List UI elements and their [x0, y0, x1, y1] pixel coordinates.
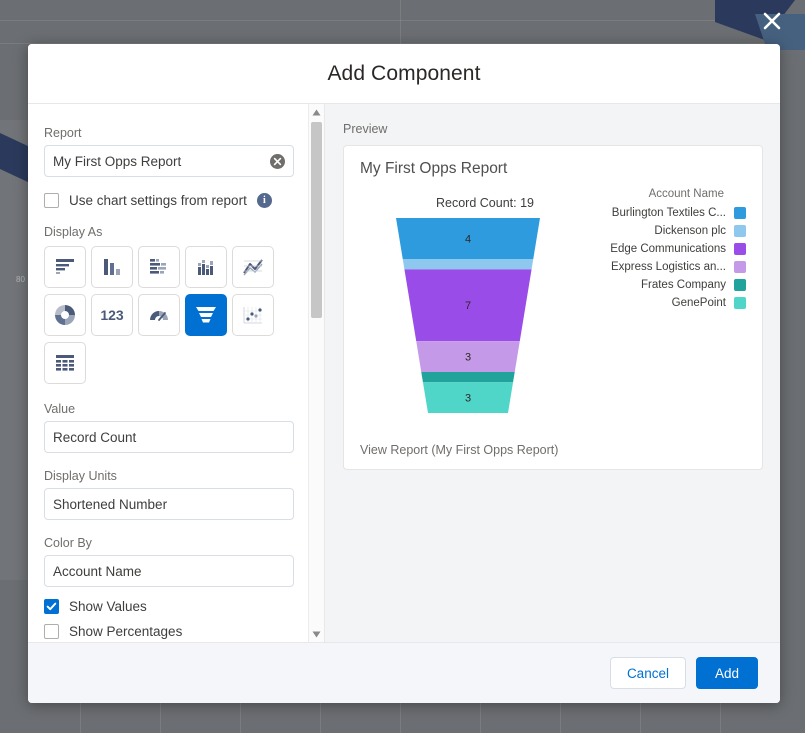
- preview-panel: Preview My First Opps Report Record Coun…: [325, 104, 780, 642]
- funnel-chart: Record Count: 19 4 7 3 3 Account Name Burli…: [360, 184, 746, 424]
- show-values-checkbox[interactable]: [44, 599, 59, 614]
- legend-item-label: GenePoint: [671, 297, 726, 309]
- value-label: Value: [44, 402, 76, 416]
- backdrop-divider: [480, 700, 481, 733]
- legend-item[interactable]: Express Logistics an...: [578, 261, 746, 273]
- display-as-label: Display As: [44, 225, 103, 239]
- use-chart-settings-label: Use chart settings from report: [69, 193, 247, 208]
- legend-item[interactable]: GenePoint: [578, 297, 746, 309]
- legend-item-label: Edge Communications: [610, 243, 726, 255]
- legend-color-swatch: [734, 297, 746, 309]
- donut-chart-icon[interactable]: [44, 294, 86, 336]
- scrollbar-thumb[interactable]: [311, 122, 322, 318]
- preview-card: My First Opps Report Record Count: 19 4 7…: [343, 145, 763, 470]
- legend-item[interactable]: Dickenson plc: [578, 225, 746, 237]
- add-component-modal: Add Component Report My First Opps Repor…: [28, 44, 780, 703]
- stacked-vertical-bar-chart-icon[interactable]: [185, 246, 227, 288]
- funnel-segment-label: 4: [465, 234, 471, 246]
- legend-color-swatch: [734, 243, 746, 255]
- color-by-input[interactable]: Account Name: [44, 555, 294, 587]
- backdrop-divider: [640, 700, 641, 733]
- funnel-graphic: 4 7 3 3: [396, 218, 540, 413]
- backdrop-divider: [80, 700, 81, 733]
- backdrop-divider: [720, 700, 721, 733]
- view-report-link[interactable]: View Report (My First Opps Report): [360, 443, 558, 457]
- use-chart-settings-checkbox[interactable]: [44, 193, 59, 208]
- line-chart-icon[interactable]: [232, 246, 274, 288]
- modal-header: Add Component: [28, 44, 780, 104]
- close-icon[interactable]: [757, 6, 787, 36]
- preview-card-title: My First Opps Report: [360, 160, 508, 177]
- display-units-label: Display Units: [44, 469, 117, 483]
- table-icon[interactable]: [44, 342, 86, 384]
- scatter-chart-icon[interactable]: [232, 294, 274, 336]
- use-chart-settings-row[interactable]: Use chart settings from report i: [44, 193, 308, 208]
- backdrop-panel: [0, 120, 28, 580]
- horizontal-bar-chart-icon[interactable]: [44, 246, 86, 288]
- display-units-value: Shortened Number: [53, 496, 168, 512]
- legend-color-swatch: [734, 207, 746, 219]
- legend-item-label: Frates Company: [640, 279, 726, 291]
- backdrop-divider: [320, 700, 321, 733]
- legend-color-swatch: [734, 279, 746, 291]
- record-count-label: Record Count: 19: [436, 196, 534, 210]
- show-percentages-row[interactable]: Show Percentages: [44, 624, 308, 639]
- clear-circle-x-icon[interactable]: [270, 153, 285, 169]
- preview-label: Preview: [343, 122, 388, 136]
- display-as-options: 123: [44, 246, 300, 390]
- display-units-input[interactable]: Shortened Number: [44, 488, 294, 520]
- backdrop-divider: [240, 700, 241, 733]
- funnel-chart-icon[interactable]: [185, 294, 227, 336]
- settings-scrollbar[interactable]: [308, 104, 324, 642]
- funnel-segment-label: 7: [465, 300, 471, 312]
- settings-panel: Report My First Opps Report Use chart se…: [28, 104, 325, 642]
- legend-rows: Burlington Textiles C... Dickenson plc Edg…: [578, 207, 746, 309]
- report-input-value: My First Opps Report: [53, 153, 182, 169]
- modal-footer: Cancel Add: [28, 642, 780, 703]
- vertical-bar-chart-icon[interactable]: [91, 246, 133, 288]
- svg-text:123: 123: [100, 307, 124, 323]
- cancel-button[interactable]: Cancel: [609, 657, 686, 689]
- settings-scroll-area: Report My First Opps Report Use chart se…: [28, 104, 308, 642]
- report-input[interactable]: My First Opps Report: [44, 145, 294, 177]
- page-title: Add Component: [327, 61, 481, 85]
- legend-item-label: Burlington Textiles C...: [611, 207, 726, 219]
- modal-body: Report My First Opps Report Use chart se…: [28, 104, 780, 642]
- info-icon[interactable]: i: [256, 193, 272, 208]
- value-input-value: Record Count: [53, 429, 137, 445]
- gauge-chart-icon[interactable]: [138, 294, 180, 336]
- legend-color-swatch: [734, 225, 746, 237]
- backdrop-axis-tick: 80: [16, 275, 25, 284]
- legend-item[interactable]: Burlington Textiles C...: [578, 207, 746, 219]
- add-button[interactable]: Add: [695, 657, 758, 689]
- legend-color-swatch: [734, 261, 746, 273]
- color-by-value: Account Name: [53, 563, 142, 579]
- show-percentages-label: Show Percentages: [69, 624, 183, 639]
- stacked-horizontal-bar-chart-icon[interactable]: [138, 246, 180, 288]
- color-by-label: Color By: [44, 536, 92, 550]
- backdrop-divider: [0, 20, 805, 21]
- scroll-up-arrow-icon[interactable]: [309, 104, 324, 120]
- metric-number-icon[interactable]: 123: [91, 294, 133, 336]
- funnel-segment[interactable]: [402, 259, 534, 270]
- legend-item-label: Express Logistics an...: [610, 261, 726, 273]
- funnel-segment-label: 3: [465, 393, 471, 405]
- show-percentages-checkbox[interactable]: [44, 624, 59, 639]
- legend-item[interactable]: Edge Communications: [578, 243, 746, 255]
- show-values-row[interactable]: Show Values: [44, 599, 308, 614]
- backdrop-divider: [400, 700, 401, 733]
- legend-item-label: Dickenson plc: [654, 225, 726, 237]
- funnel-segment-label: 3: [465, 352, 471, 364]
- funnel-segment[interactable]: [421, 371, 515, 383]
- show-values-label: Show Values: [69, 599, 147, 614]
- legend-item[interactable]: Frates Company: [578, 279, 746, 291]
- chart-legend: Account Name Burlington Textiles C... Dic…: [578, 188, 746, 315]
- value-input[interactable]: Record Count: [44, 421, 294, 453]
- legend-title: Account Name: [648, 188, 724, 200]
- scroll-down-arrow-icon[interactable]: [309, 626, 324, 642]
- report-label: Report: [44, 126, 82, 140]
- backdrop-divider: [560, 700, 561, 733]
- backdrop-divider: [160, 700, 161, 733]
